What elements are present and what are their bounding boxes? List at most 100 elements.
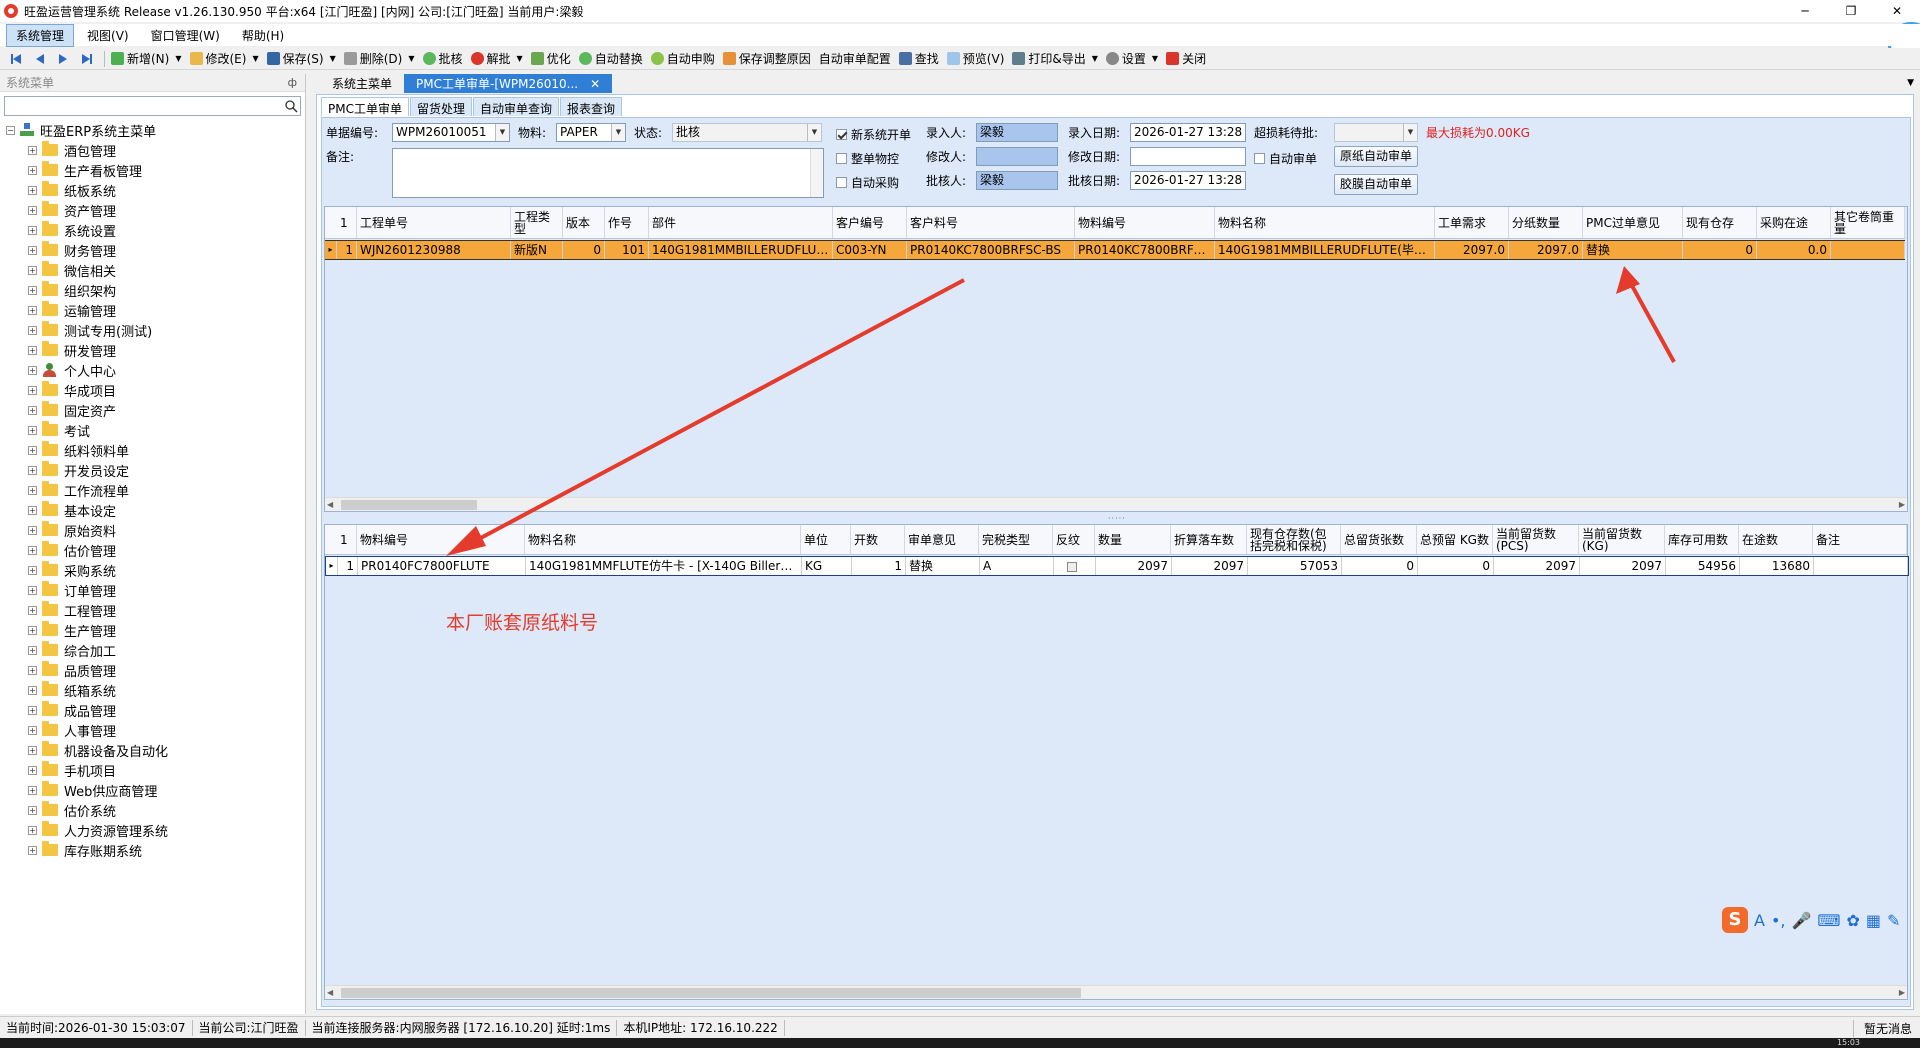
expand-icon[interactable]: +	[28, 425, 37, 435]
sidebar-item[interactable]: + 纸箱系统	[6, 680, 305, 700]
expand-icon[interactable]: +	[28, 565, 37, 575]
column-header[interactable]: 备注	[1813, 525, 1907, 554]
auto-replace-button[interactable]: 自动替换	[578, 50, 643, 67]
expand-icon[interactable]: +	[28, 765, 37, 775]
expand-icon[interactable]: +	[28, 845, 37, 855]
column-header[interactable]: 物料编号	[357, 525, 525, 554]
table-row[interactable]: ▸ 1 PR0140FC7800FLUTE 140G1981MMFLUTE仿牛卡 - …	[325, 556, 1909, 576]
edit-button[interactable]: 修改(E) ▼	[189, 50, 259, 67]
column-header[interactable]: 1	[337, 207, 357, 238]
column-header[interactable]: 工程类型	[511, 207, 563, 238]
expand-icon[interactable]: +	[28, 705, 37, 715]
table-cell[interactable]: KG	[802, 557, 852, 575]
expand-icon[interactable]: +	[28, 525, 37, 535]
prev-record-icon[interactable]	[33, 52, 47, 66]
column-header[interactable]: 其它卷筒重量	[1831, 207, 1905, 238]
find-button[interactable]: 查找	[898, 50, 939, 67]
status-select[interactable]: 批核 ▼	[672, 123, 822, 142]
table-cell[interactable]: A	[980, 557, 1054, 575]
table-cell[interactable]	[1814, 557, 1908, 575]
sidebar-item[interactable]: + 微信相关	[6, 260, 305, 280]
approved-by-field[interactable]: 梁毅	[976, 171, 1058, 190]
table-cell[interactable]: C003-YN	[833, 241, 907, 259]
table-cell[interactable]: 0	[1342, 557, 1418, 575]
chevron-down-icon[interactable]: ▼	[495, 124, 509, 141]
print-export-button[interactable]: 打印&导出 ▼	[1012, 50, 1098, 67]
column-header[interactable]: 作号	[605, 207, 649, 238]
approve-date-field[interactable]: 2026-01-27 13:28	[1130, 171, 1246, 190]
column-header[interactable]: 开数	[851, 525, 905, 554]
expand-icon[interactable]: +	[28, 445, 37, 455]
approve-button[interactable]: 批核	[422, 50, 463, 67]
column-header[interactable]: 总预留 KG数	[1417, 525, 1493, 554]
sidebar-item[interactable]: + 工作流程单	[6, 480, 305, 500]
new-system-checkbox[interactable]: 新系统开单	[836, 126, 911, 143]
skin-icon[interactable]: ✿	[1847, 911, 1860, 930]
column-header[interactable]: 库存可用数	[1665, 525, 1739, 554]
settings-button[interactable]: 设置 ▼	[1105, 50, 1158, 67]
table-cell[interactable]: 0	[1418, 557, 1494, 575]
sidebar-item[interactable]: + 综合加工	[6, 640, 305, 660]
table-cell[interactable]: 13680	[1740, 557, 1814, 575]
table-cell[interactable]: WJN2601230988	[357, 241, 511, 259]
expand-icon[interactable]: +	[28, 245, 37, 255]
grid-splitter[interactable]: ·····	[1108, 514, 1126, 523]
sidebar-item[interactable]: + 个人中心	[6, 360, 305, 380]
expand-icon[interactable]: +	[28, 305, 37, 315]
collapse-icon[interactable]: −	[6, 125, 15, 135]
sidebar-item[interactable]: + 组织架构	[6, 280, 305, 300]
tab-list-dropdown[interactable]: ▼	[1907, 78, 1914, 88]
scroll-right-icon[interactable]: ▶	[1899, 500, 1905, 509]
sidebar-item[interactable]: + 人力资源管理系统	[6, 820, 305, 840]
toolbox-icon[interactable]: ▦	[1866, 911, 1881, 930]
unapprove-button[interactable]: 解批 ▼	[470, 50, 523, 67]
table-cell[interactable]: 140G1981MMBILLERUDFLUTE...	[649, 241, 833, 259]
sidebar-item[interactable]: + 估价系统	[6, 800, 305, 820]
status-message[interactable]: 暂无消息	[1852, 1020, 1912, 1037]
punctuation-icon[interactable]: •,	[1771, 911, 1786, 930]
optimize-button[interactable]: 优化	[530, 50, 571, 67]
close-window-button[interactable]: ✕	[1874, 0, 1920, 22]
scroll-left-icon[interactable]: ◀	[327, 500, 333, 509]
scroll-thumb[interactable]	[341, 500, 477, 510]
expand-icon[interactable]: +	[28, 365, 37, 375]
sidebar-item[interactable]: + 品质管理	[6, 660, 305, 680]
expand-icon[interactable]: +	[28, 805, 37, 815]
tab-report-query[interactable]: 报表查询	[560, 97, 623, 116]
ime-more-icon[interactable]: ✎	[1887, 911, 1900, 930]
tab-pmc-audit[interactable]: PMC工单审单-[WPM26010... ✕	[404, 74, 613, 93]
sidebar-item[interactable]: + 资产管理	[6, 200, 305, 220]
film-auto-audit-button[interactable]: 胶膜自动审单	[1334, 174, 1419, 195]
remark-scrollbar[interactable]	[810, 149, 823, 197]
scroll-thumb[interactable]	[341, 988, 1081, 998]
tree-root[interactable]: − 旺盈ERP系统主菜单	[6, 120, 305, 140]
sidebar-item[interactable]: + 工程管理	[6, 600, 305, 620]
column-header[interactable]: 工单需求	[1435, 207, 1509, 238]
expand-icon[interactable]: +	[28, 185, 37, 195]
checkbox-unchecked-icon[interactable]	[1067, 561, 1077, 572]
expand-icon[interactable]: +	[28, 485, 37, 495]
preview-button[interactable]: 预览(V)	[946, 50, 1004, 67]
whole-control-checkbox[interactable]: 整单物控	[836, 150, 899, 167]
overuse-select[interactable]: ▼	[1334, 123, 1418, 142]
tab-system-menu[interactable]: 系统主菜单	[320, 74, 404, 93]
table-cell[interactable]: 2097	[1494, 557, 1580, 575]
sidebar-item[interactable]: + 固定资产	[6, 400, 305, 420]
next-record-icon[interactable]	[56, 52, 70, 66]
sidebar-item[interactable]: + 财务管理	[6, 240, 305, 260]
microphone-icon[interactable]: 🎤	[1791, 911, 1811, 930]
sidebar-item[interactable]: + Web供应商管理	[6, 780, 305, 800]
expand-icon[interactable]: +	[28, 205, 37, 215]
first-record-icon[interactable]	[10, 52, 24, 66]
table-cell[interactable]: 新版N	[511, 241, 563, 259]
column-header[interactable]: 1	[337, 525, 357, 554]
expand-icon[interactable]: +	[28, 225, 37, 235]
last-record-icon[interactable]	[79, 52, 93, 66]
close-tab-icon[interactable]: ✕	[590, 77, 600, 91]
sidebar-item[interactable]: + 生产看板管理	[6, 160, 305, 180]
column-header[interactable]: 物料名称	[1215, 207, 1435, 238]
modified-by-field[interactable]	[976, 147, 1058, 166]
table-cell[interactable]: 101	[605, 241, 649, 259]
auto-audit-checkbox[interactable]: 自动审单	[1254, 150, 1317, 167]
table-cell[interactable]	[1831, 241, 1905, 259]
